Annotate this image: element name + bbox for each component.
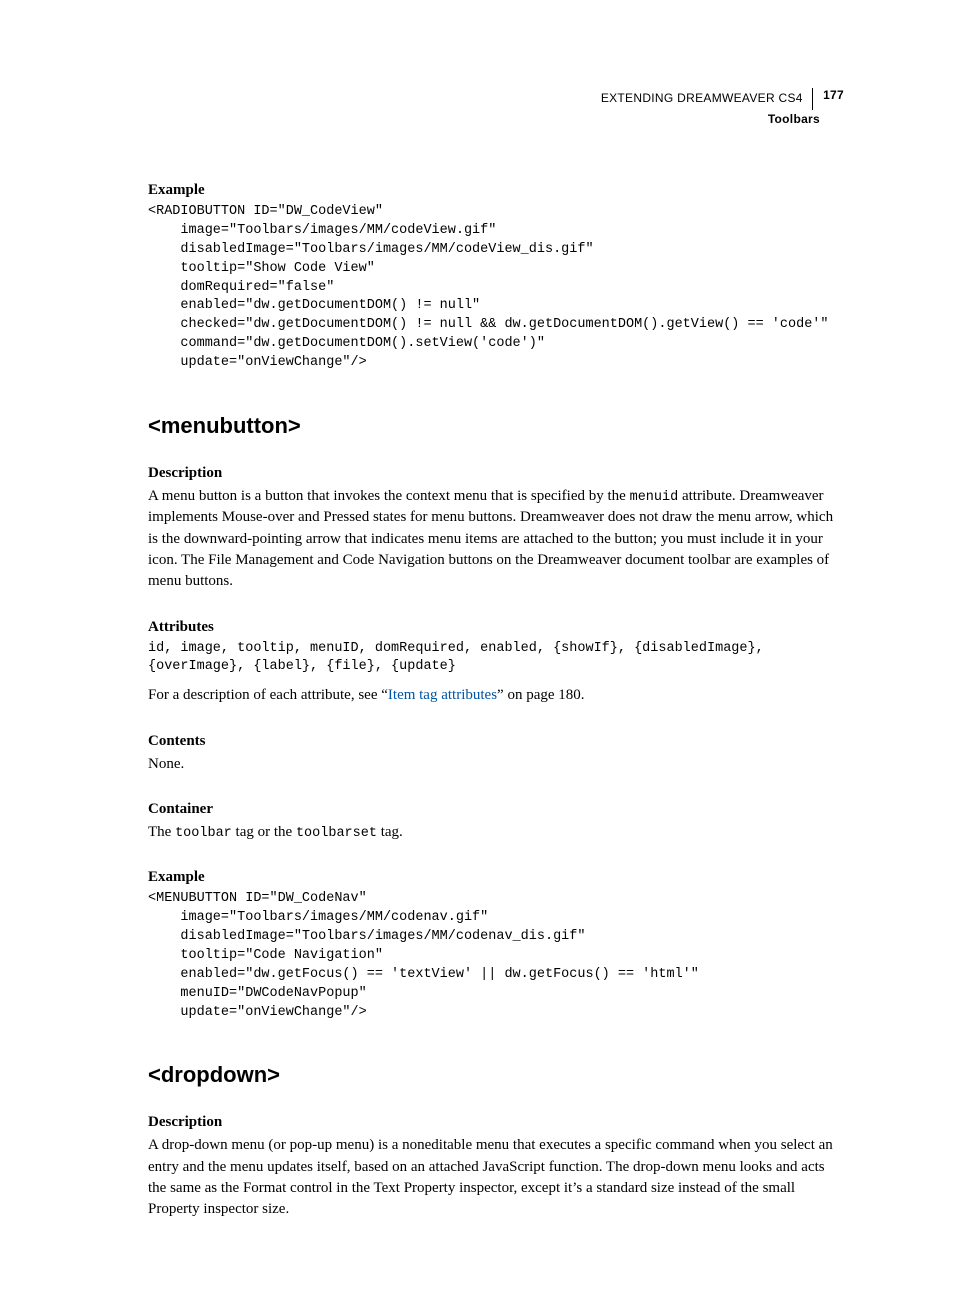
- page-content: EXTENDING DREAMWEAVER CS4 177 Toolbars E…: [0, 0, 954, 1289]
- page-header: EXTENDING DREAMWEAVER CS4 177 Toolbars: [148, 88, 844, 126]
- menubutton-description: A menu button is a button that invokes t…: [148, 486, 844, 592]
- header-separator: [812, 88, 813, 110]
- toolbarset-code: toolbarset: [296, 826, 377, 841]
- example-code-block: <RADIOBUTTON ID="DW_CodeView" image="Too…: [148, 203, 844, 373]
- contents-label: Contents: [148, 733, 844, 750]
- container-label: Container: [148, 801, 844, 818]
- doc-title: EXTENDING DREAMWEAVER CS4: [601, 91, 803, 105]
- toolbar-code: toolbar: [175, 826, 232, 841]
- menuid-code: menuid: [630, 490, 679, 505]
- container-text: The toolbar tag or the toolbarset tag.: [148, 822, 844, 843]
- attributes-description: For a description of each attribute, see…: [148, 685, 844, 706]
- attrs-desc-post: ” on page 180.: [497, 687, 584, 703]
- contents-text: None.: [148, 754, 844, 775]
- container-post: tag.: [377, 824, 403, 840]
- attrs-desc-pre: For a description of each attribute, see…: [148, 687, 388, 703]
- dropdown-description-label: Description: [148, 1114, 844, 1131]
- page-number: 177: [823, 88, 844, 102]
- dropdown-description: A drop-down menu (or pop-up menu) is a n…: [148, 1135, 844, 1220]
- section-name: Toolbars: [148, 112, 844, 126]
- desc-text-pre: A menu button is a button that invokes t…: [148, 488, 630, 504]
- dropdown-heading: <dropdown>: [148, 1062, 844, 1088]
- item-tag-attributes-link[interactable]: Item tag attributes: [388, 687, 497, 703]
- description-label: Description: [148, 465, 844, 482]
- container-mid: tag or the: [232, 824, 296, 840]
- attributes-code: id, image, tooltip, menuID, domRequired,…: [148, 640, 844, 678]
- menubutton-heading: <menubutton>: [148, 413, 844, 439]
- example-label: Example: [148, 182, 844, 199]
- attributes-label: Attributes: [148, 619, 844, 636]
- menubutton-example-label: Example: [148, 869, 844, 886]
- menubutton-example-code: <MENUBUTTON ID="DW_CodeNav" image="Toolb…: [148, 890, 844, 1022]
- container-pre: The: [148, 824, 175, 840]
